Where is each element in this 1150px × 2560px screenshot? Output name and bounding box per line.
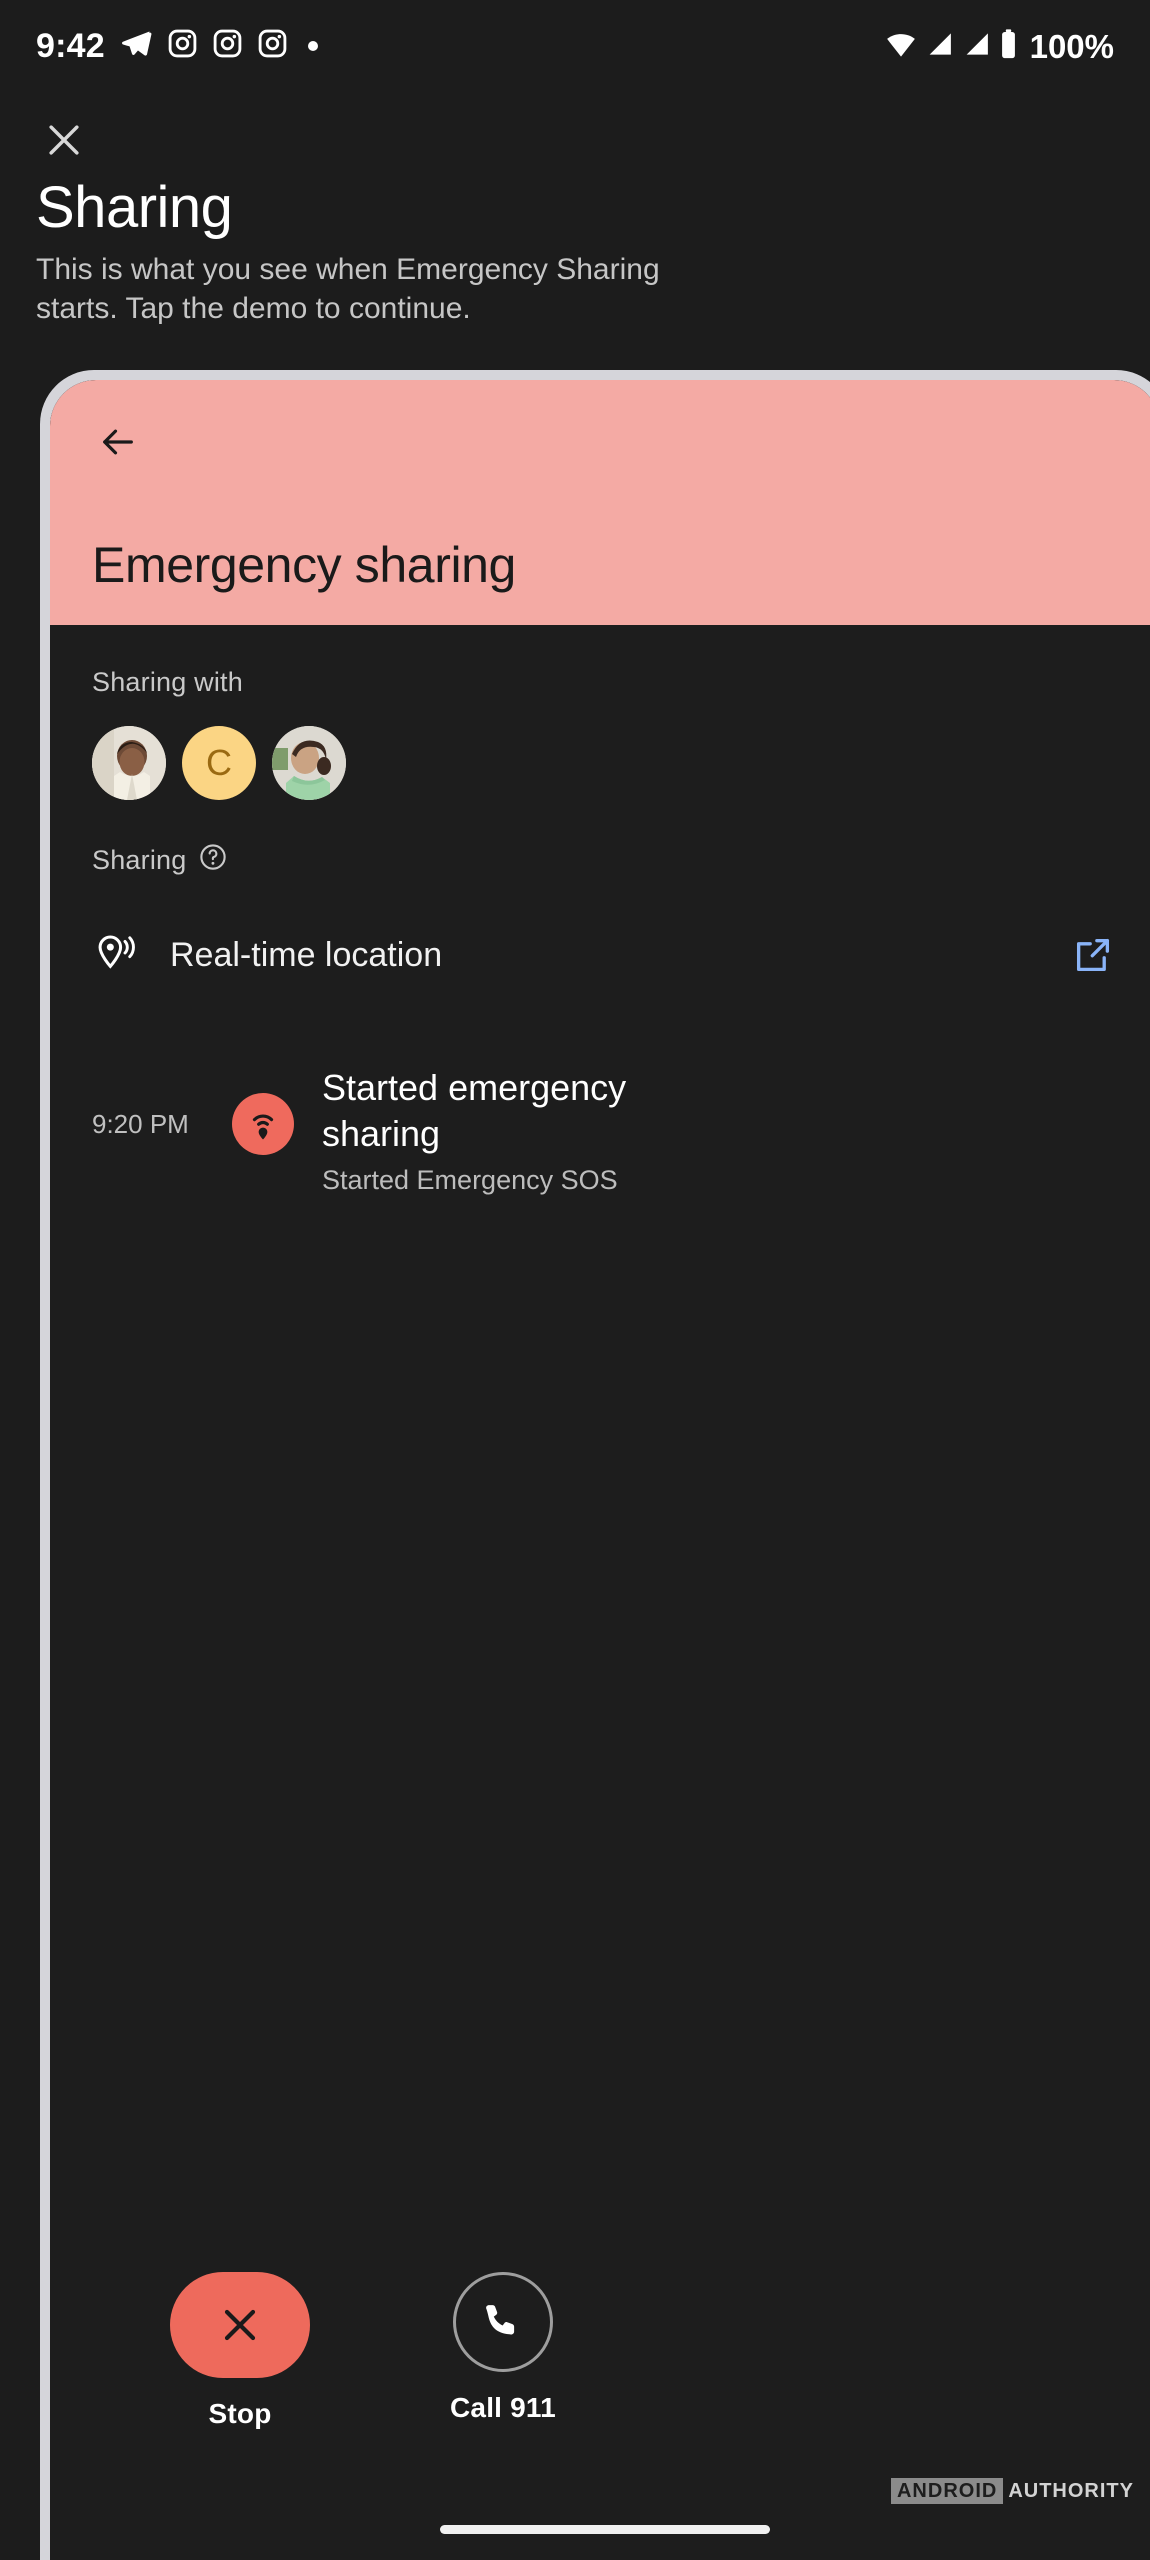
timeline-body: Started emergency sharing Started Emerge… <box>322 1065 652 1196</box>
wifi-icon <box>885 28 917 65</box>
contact-photo-1 <box>92 726 166 800</box>
emergency-sharing-content: Sharing with C Sharing Real-time locatio… <box>50 667 1150 1196</box>
status-bar: 9:42 100% <box>0 0 1150 92</box>
battery-percent-label: 100% <box>1029 27 1114 65</box>
watermark-brand: ANDROID <box>890 2478 1004 2504</box>
timeline-title: Started emergency sharing <box>322 1067 627 1154</box>
open-in-new-icon[interactable] <box>1068 930 1118 980</box>
avatar[interactable] <box>92 726 166 800</box>
timeline-badge <box>232 1093 294 1155</box>
instagram-icon <box>212 28 243 64</box>
page-description: This is what you see when Emergency Shar… <box>36 253 660 325</box>
back-button[interactable] <box>92 416 144 468</box>
close-icon <box>49 125 79 155</box>
call-911-button[interactable] <box>452 2272 553 2372</box>
stop-button[interactable] <box>170 2272 310 2378</box>
timeline-time: 9:20 PM <box>92 1109 189 1139</box>
battery-icon <box>998 28 1019 65</box>
stop-button-label: Stop <box>208 2398 272 2429</box>
signal-icon <box>924 29 954 64</box>
back-arrow-icon <box>103 429 133 455</box>
telegram-icon <box>119 27 153 66</box>
home-indicator <box>440 2525 770 2534</box>
status-bar-right: 100% <box>885 28 1114 65</box>
location-broadcast-icon <box>252 1114 274 1140</box>
call-911-button-label: Call 911 <box>450 2392 556 2423</box>
emergency-actions: Stop Call 911 <box>50 2272 1150 2430</box>
sharing-with-avatars: C <box>92 726 1118 800</box>
avatar[interactable]: C <box>182 726 256 800</box>
avatar-initial: C <box>206 742 232 783</box>
close-icon <box>224 2309 256 2341</box>
location-broadcast-icon <box>92 933 142 977</box>
phone-screen: Emergency sharing Sharing with C Sharing… <box>50 380 1150 2560</box>
sharing-row-label: Real-time location <box>170 935 443 974</box>
phone-demo-frame[interactable]: Emergency sharing Sharing with C Sharing… <box>40 370 1150 2560</box>
close-button[interactable] <box>36 112 92 168</box>
phone-icon <box>486 2305 515 2335</box>
sharing-section-label: Sharing <box>92 845 187 875</box>
sharing-with-label: Sharing with <box>92 667 243 697</box>
screen-root: 9:42 100% Sharing This is what you see w… <box>0 0 1150 2560</box>
instagram-icon <box>167 28 198 64</box>
sharing-section-label-row: Sharing <box>92 842 1118 879</box>
instagram-icon <box>257 28 288 64</box>
stop-action[interactable]: Stop <box>170 2272 310 2430</box>
avatar[interactable] <box>272 726 346 800</box>
emergency-sharing-title: Emergency sharing <box>92 537 516 593</box>
contact-photo-3 <box>272 726 346 800</box>
signal-icon <box>961 29 991 64</box>
watermark-suffix: AUTHORITY <box>1008 2479 1134 2502</box>
page-title: Sharing <box>36 175 233 240</box>
notification-dot-icon <box>307 41 318 51</box>
call-action[interactable]: Call 911 <box>450 2272 556 2430</box>
status-bar-left: 9:42 <box>36 27 320 66</box>
timeline-subtitle: Started Emergency SOS <box>322 1165 618 1195</box>
status-bar-clock: 9:42 <box>36 27 105 65</box>
timeline-entry: 9:20 PM Started emergency sharing Starte… <box>92 1065 1118 1196</box>
help-circle-icon[interactable] <box>198 842 228 879</box>
emergency-sharing-header: Emergency sharing <box>50 380 1150 625</box>
sharing-row-real-time-location[interactable]: Real-time location <box>92 925 1118 985</box>
watermark: ANDROID AUTHORITY <box>890 2478 1134 2504</box>
